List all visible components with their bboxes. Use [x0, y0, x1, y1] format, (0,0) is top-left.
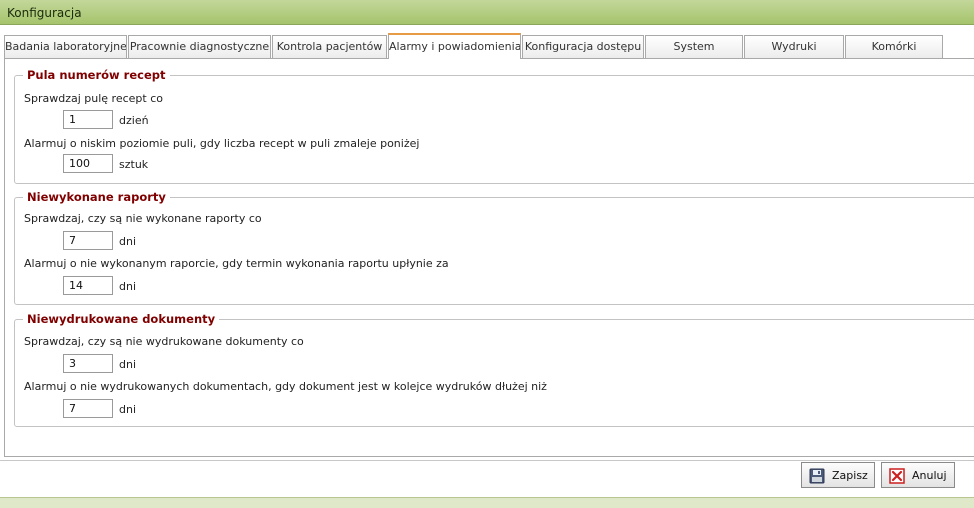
tab-pracownie-diagnostyczne[interactable]: Pracownie diagnostyczne: [128, 35, 271, 58]
save-button-label: Zapisz: [832, 469, 868, 482]
tab-alarmy-i-powiadomienia[interactable]: Alarmy i powiadomienia: [388, 33, 521, 59]
tab-komorki[interactable]: Komórki: [845, 35, 943, 58]
alarm-threshold-unit: sztuk: [119, 158, 149, 171]
tab-konfiguracja-dostepu[interactable]: Konfiguracja dostępu: [522, 35, 644, 58]
tab-strip: Badania laboratoryjne Pracownie diagnost…: [4, 33, 974, 59]
group-niewydrukowane-dokumenty: Niewydrukowane dokumenty Sprawdzaj, czy …: [14, 312, 974, 427]
check-interval-input[interactable]: [63, 354, 113, 373]
alarm-threshold-input[interactable]: [63, 276, 113, 295]
check-interval-unit: dzień: [119, 114, 149, 127]
alarm-threshold-label: Alarmuj o niskim poziomie puli, gdy licz…: [24, 137, 420, 150]
cancel-button[interactable]: Anuluj: [881, 462, 955, 488]
tab-wydruki[interactable]: Wydruki: [744, 35, 844, 58]
tab-system[interactable]: System: [645, 35, 743, 58]
alarm-threshold-input[interactable]: [63, 399, 113, 418]
status-bar: [0, 497, 974, 508]
tab-badania-laboratoryjne[interactable]: Badania laboratoryjne: [4, 35, 127, 58]
group-title: Niewykonane raporty: [23, 190, 170, 204]
alarm-threshold-input[interactable]: [63, 154, 113, 173]
check-interval-unit: dni: [119, 358, 137, 371]
footer-separator: [0, 460, 974, 461]
group-pula-numerow-recept: Pula numerów recept Sprawdzaj pulę recep…: [14, 68, 974, 184]
check-interval-label: Sprawdzaj, czy są nie wykonane raporty c…: [24, 212, 262, 225]
check-interval-label: Sprawdzaj, czy są nie wydrukowane dokume…: [24, 335, 304, 348]
cancel-button-label: Anuluj: [912, 469, 947, 482]
check-interval-unit: dni: [119, 235, 137, 248]
group-title: Pula numerów recept: [23, 68, 170, 82]
tab-panel-alarmy: Pula numerów recept Sprawdzaj pulę recep…: [4, 58, 974, 457]
check-interval-input[interactable]: [63, 231, 113, 250]
save-button[interactable]: Zapisz: [801, 462, 875, 488]
window-title: Konfiguracja: [7, 6, 82, 20]
check-interval-input[interactable]: [63, 110, 113, 129]
alarm-threshold-label: Alarmuj o nie wykonanym raporcie, gdy te…: [24, 257, 449, 270]
floppy-disk-icon: [809, 468, 825, 484]
tab-kontrola-pacjentow[interactable]: Kontrola pacjentów: [272, 35, 387, 58]
check-interval-label: Sprawdzaj pulę recept co: [24, 92, 163, 105]
group-niewykonane-raporty: Niewykonane raporty Sprawdzaj, czy są ni…: [14, 190, 974, 305]
alarm-threshold-label: Alarmuj o nie wydrukowanych dokumentach,…: [24, 380, 547, 393]
cancel-x-icon: [889, 468, 905, 484]
group-title: Niewydrukowane dokumenty: [23, 312, 220, 326]
window-title-bar: Konfiguracja: [0, 0, 974, 25]
alarm-threshold-unit: dni: [119, 280, 137, 293]
alarm-threshold-unit: dni: [119, 403, 137, 416]
